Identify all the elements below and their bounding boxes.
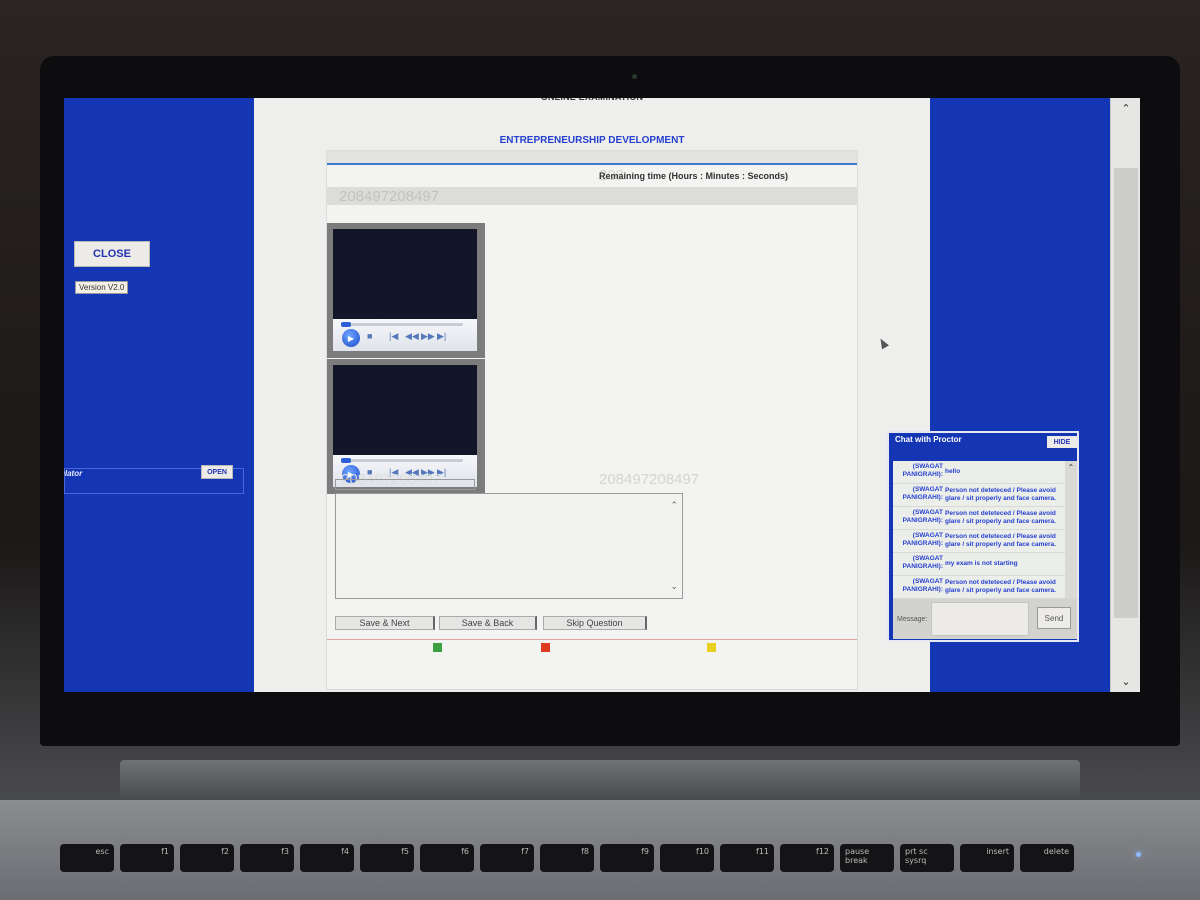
video-player-1: ▶ ■ |◀ ◀◀ ▶▶ ▶| — [327, 223, 485, 358]
scroll-down-icon[interactable]: ⌄ — [1111, 675, 1140, 688]
legend-divider — [327, 639, 857, 640]
message-sender: (SWAGAT PANIGRAHI): — [902, 532, 943, 547]
chat-message: (SWAGAT PANIGRAHI): hello — [893, 461, 1077, 484]
message-input[interactable] — [931, 602, 1029, 636]
keyboard-key: f8 — [540, 844, 594, 872]
hide-chat-button[interactable]: HIDE — [1047, 436, 1077, 448]
chat-scrollbar[interactable]: ⌃ — [1065, 461, 1077, 599]
video-screen[interactable] — [333, 229, 477, 319]
keyboard-key: f3 — [240, 844, 294, 872]
message-label: Message: — [897, 616, 928, 623]
scroll-down-icon[interactable]: ⌄ — [670, 581, 678, 592]
exam-title: ONLINE EXAMINATION — [254, 98, 930, 102]
stop-icon[interactable]: ■ — [367, 331, 372, 341]
keyboard-key: f7 — [480, 844, 534, 872]
keyboard-key: esc — [60, 844, 114, 872]
skip-question-button[interactable]: Skip Question — [543, 616, 647, 630]
left-panel: CLOSE Version V2.0 ulator OPEN — [64, 98, 254, 692]
seek-bar[interactable] — [341, 458, 463, 463]
subject-title: ENTREPRENEURSHIP DEVELOPMENT — [499, 135, 685, 146]
photo-scene: CLOSE Version V2.0 ulator OPEN ONLINE EX… — [0, 0, 1200, 900]
message-text: hello — [945, 468, 961, 475]
seek-progress — [341, 458, 351, 463]
message-sender: (SWAGAT PANIGRAHI): — [902, 578, 943, 593]
mouse-cursor — [877, 336, 889, 350]
proctor-chat: Chat with Proctor HIDE (SWAGAT PANIGRAHI… — [887, 431, 1079, 642]
message-text: Person not deteteced / Please avoid glar… — [945, 510, 1056, 525]
rewind-icon[interactable]: ◀◀ — [405, 331, 419, 342]
seek-bar[interactable] — [341, 322, 463, 327]
next-icon[interactable]: ▶| — [437, 331, 446, 342]
message-sender: (SWAGAT PANIGRAHI): — [902, 463, 943, 478]
video-screen[interactable] — [333, 365, 477, 455]
keyboard-key: f4 — [300, 844, 354, 872]
calculator-label: ulator — [64, 469, 83, 478]
previous-icon[interactable]: |◀ — [389, 331, 398, 342]
laptop-hinge — [120, 760, 1080, 798]
keyboard-key: f5 — [360, 844, 414, 872]
chat-title: Chat with Proctor — [895, 435, 962, 444]
keyboard-key: delete — [1020, 844, 1074, 872]
keyboard-key: f2 — [180, 844, 234, 872]
chat-message: (SWAGAT PANIGRAHI): Person not deteteced … — [893, 507, 1077, 530]
message-compose: Message: Send — [893, 599, 1077, 639]
version-label: Version V2.0 — [75, 281, 129, 294]
message-text: Person not deteteced / Please avoid glar… — [945, 533, 1056, 548]
screen: CLOSE Version V2.0 ulator OPEN ONLINE EX… — [64, 98, 1140, 692]
remaining-time-label: Remaining time (Hours : Minutes : Second… — [599, 171, 789, 181]
exam-content: ONLINE EXAMINATION ENTREPRENEURSHIP DEVE… — [254, 98, 930, 692]
chat-messages: (SWAGAT PANIGRAHI): hello (SWAGAT PANIGRAH… — [893, 461, 1077, 599]
save-back-button[interactable]: Save & Back — [439, 616, 537, 630]
message-text: Person not deteteced / Please avoid glar… — [945, 579, 1056, 594]
close-button[interactable]: CLOSE — [74, 241, 150, 267]
keyboard-key: f6 — [420, 844, 474, 872]
keyboard-key: f12 — [780, 844, 834, 872]
power-led — [1136, 852, 1141, 857]
chat-message: (SWAGAT PANIGRAHI): Person not deteteced … — [893, 530, 1077, 553]
form-header-bar — [327, 151, 857, 165]
scroll-up-icon[interactable]: ⌃ — [1111, 102, 1140, 115]
page-scrollbar[interactable]: ⌃ ⌄ — [1110, 98, 1140, 692]
message-sender: (SWAGAT PANIGRAHI): — [902, 555, 943, 570]
chat-message: (SWAGAT PANIGRAHI): Person not deteteced … — [893, 484, 1077, 507]
seek-progress — [341, 322, 351, 327]
webcam — [632, 74, 637, 79]
answer-textarea[interactable]: ⌃ ⌄ — [335, 493, 683, 599]
keyboard-key: f9 — [600, 844, 654, 872]
message-sender: (SWAGAT PANIGRAHI): — [902, 486, 943, 501]
question-form: 208 Remaining time (Hours : Minutes : Se… — [326, 150, 858, 690]
keyboard-key: prt sc sysrq — [900, 844, 954, 872]
scrollbar-thumb[interactable] — [1114, 168, 1138, 618]
send-button[interactable]: Send — [1037, 607, 1071, 629]
legend-answered — [433, 643, 442, 652]
message-text: my exam is not starting — [945, 560, 1018, 567]
player-controls: ▶ ■ |◀ ◀◀ ▶▶ ▶| — [333, 319, 477, 351]
scroll-up-icon[interactable]: ⌃ — [1065, 463, 1077, 472]
keyboard-key: f10 — [660, 844, 714, 872]
question-id: 208497208497 — [339, 188, 440, 205]
legend-marked — [707, 643, 716, 652]
message-text: Person not deteteced / Please avoid glar… — [945, 487, 1056, 502]
keyboard: esc f1 f2 f3 f4 f5 f6 f7 f8 f9 f10 f11 f12 pause brea… — [0, 800, 1200, 900]
ghost-id-answer-right: 208497208497 — [599, 471, 700, 488]
fast-forward-icon[interactable]: ▶▶ — [421, 331, 435, 342]
keyboard-key: f1 — [120, 844, 174, 872]
chat-message: (SWAGAT PANIGRAHI): my exam is not starti… — [893, 553, 1077, 576]
legend-skipped — [541, 643, 550, 652]
message-sender: (SWAGAT PANIGRAHI): — [902, 509, 943, 524]
open-calculator-button[interactable]: OPEN — [201, 465, 233, 479]
play-icon[interactable]: ▶ — [342, 329, 360, 347]
scroll-up-icon[interactable]: ⌃ — [670, 500, 678, 511]
keyboard-key: insert — [960, 844, 1014, 872]
keyboard-key: pause break — [840, 844, 894, 872]
keyboard-key: f11 — [720, 844, 774, 872]
save-next-button[interactable]: Save & Next — [335, 616, 435, 630]
chat-message: (SWAGAT PANIGRAHI): Person not deteteced … — [893, 576, 1077, 599]
answer-label-box — [335, 479, 475, 490]
